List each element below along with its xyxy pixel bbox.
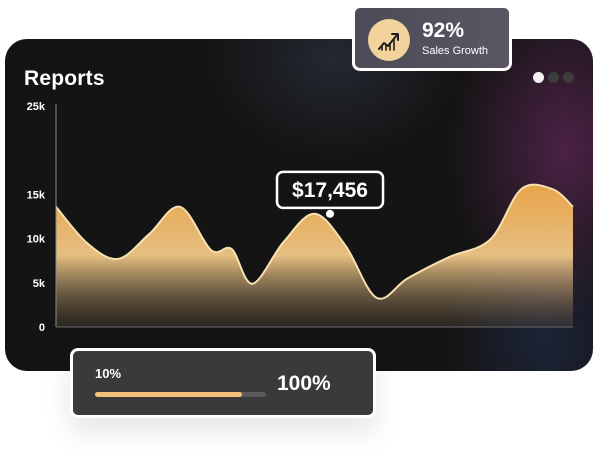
progress-end-label: 100%	[277, 372, 331, 395]
sales-growth-label: Sales Growth	[422, 45, 489, 57]
sales-growth-value: 92%	[422, 19, 465, 42]
area-chart: 0 5k 10k 15k 25k $17,456	[27, 101, 574, 334]
y-tick-label: 0	[39, 322, 45, 334]
y-tick-label: 25k	[27, 101, 46, 113]
trend-up-icon	[368, 19, 410, 61]
reports-card: Reports 0 5k 10k 15k 25k $17,456	[5, 39, 593, 371]
progress-fill	[95, 392, 243, 397]
progress-card: 10% 100%	[70, 348, 376, 418]
y-tick-label: 10k	[27, 234, 46, 246]
sales-growth-card: 92% Sales Growth	[352, 5, 512, 71]
progress-bar[interactable]	[95, 392, 266, 397]
progress-start-label: 10%	[95, 366, 122, 381]
y-tick-label: 15k	[27, 189, 46, 201]
value-point-marker	[326, 209, 335, 218]
y-tick-label: 5k	[33, 278, 46, 290]
value-tooltip-label: $17,456	[292, 179, 368, 202]
